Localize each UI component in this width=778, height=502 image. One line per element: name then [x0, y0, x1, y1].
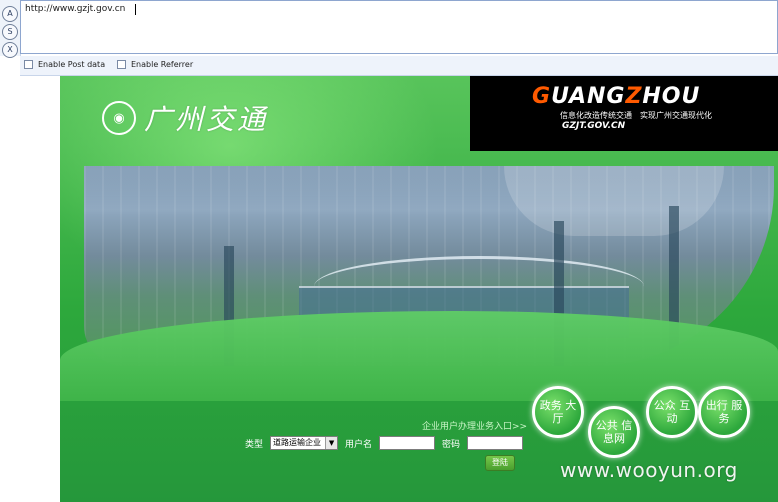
enable-referrer-label: Enable Referrer	[131, 60, 194, 69]
circle-public-interaction[interactable]: 公众 互动	[646, 386, 698, 438]
site-logo: ◉ 广州交通	[102, 98, 268, 138]
logo-title: 广州交通	[144, 103, 269, 136]
enable-post-data-option[interactable]: Enable Post data	[24, 60, 105, 69]
enable-referrer-option[interactable]: Enable Referrer	[117, 60, 193, 69]
gzjt-website-banner: ◉ 广州交通 GUANGZHOU 信息化改造传统交通 实现广州交通现代化 GZJ…	[60, 76, 778, 502]
brand-panel: GUANGZHOU 信息化改造传统交通 实现广州交通现代化 GZJT.GOV.C…	[470, 76, 778, 151]
checkbox-icon[interactable]	[117, 60, 126, 69]
text-caret	[135, 4, 136, 15]
brand-slogan: 信息化改造传统交通 实现广州交通现代化	[560, 111, 712, 120]
username-input[interactable]	[379, 436, 436, 450]
wooyun-watermark: www.wooyun.org	[560, 458, 738, 482]
url-input-area[interactable]: http://www.gzjt.gov.cn	[20, 0, 778, 54]
enterprise-entrance-link[interactable]: 企业用户办理业务入口>>	[422, 419, 527, 432]
hackbar-side-controls: A S X	[0, 0, 21, 58]
circle-travel-service[interactable]: 出行 服务	[698, 386, 750, 438]
circle-public-interaction-label: 公众 互动	[653, 399, 691, 425]
type-select[interactable]: 道路运输企业 ▼	[270, 436, 339, 450]
brand-domain: GZJT.GOV.CN	[562, 121, 626, 131]
circle-public-info[interactable]: 公共 信息网	[588, 406, 640, 458]
hackbar-button-x[interactable]: X	[2, 42, 18, 58]
select-arrow-icon[interactable]: ▼	[325, 437, 338, 449]
password-label: 密码	[442, 439, 461, 450]
brand-text-middle: UANG	[551, 84, 626, 109]
circle-govt-hall-label: 政务 大厅	[539, 399, 577, 425]
login-form-row: 类型 道路运输企业 ▼ 用户名 密码	[245, 436, 524, 450]
type-selected-value: 道路运输企业	[273, 438, 322, 447]
login-button[interactable]: 登陆	[485, 455, 515, 471]
enable-post-data-label: Enable Post data	[38, 60, 106, 69]
hackbar-options-bar: Enable Post data Enable Referrer	[20, 56, 778, 76]
circle-public-info-label: 公共 信息网	[595, 419, 633, 445]
url-input-value[interactable]: http://www.gzjt.gov.cn	[25, 4, 125, 14]
circle-govt-hall[interactable]: 政务 大厅	[532, 386, 584, 438]
hackbar-button-a[interactable]: A	[2, 6, 18, 22]
type-label: 类型	[245, 439, 264, 450]
emblem-icon: ◉	[102, 101, 136, 135]
password-input[interactable]	[467, 436, 524, 450]
brand-letter-g: G	[532, 84, 552, 109]
sky-glow	[504, 166, 724, 236]
brand-letter-z: Z	[625, 84, 643, 109]
brand-title: GUANGZHOU	[532, 84, 700, 109]
brand-text-right: HOU	[642, 84, 701, 109]
hackbar-button-s[interactable]: S	[2, 24, 18, 40]
circle-travel-service-label: 出行 服务	[705, 399, 743, 425]
checkbox-icon[interactable]	[24, 60, 33, 69]
username-label: 用户名	[345, 439, 373, 450]
